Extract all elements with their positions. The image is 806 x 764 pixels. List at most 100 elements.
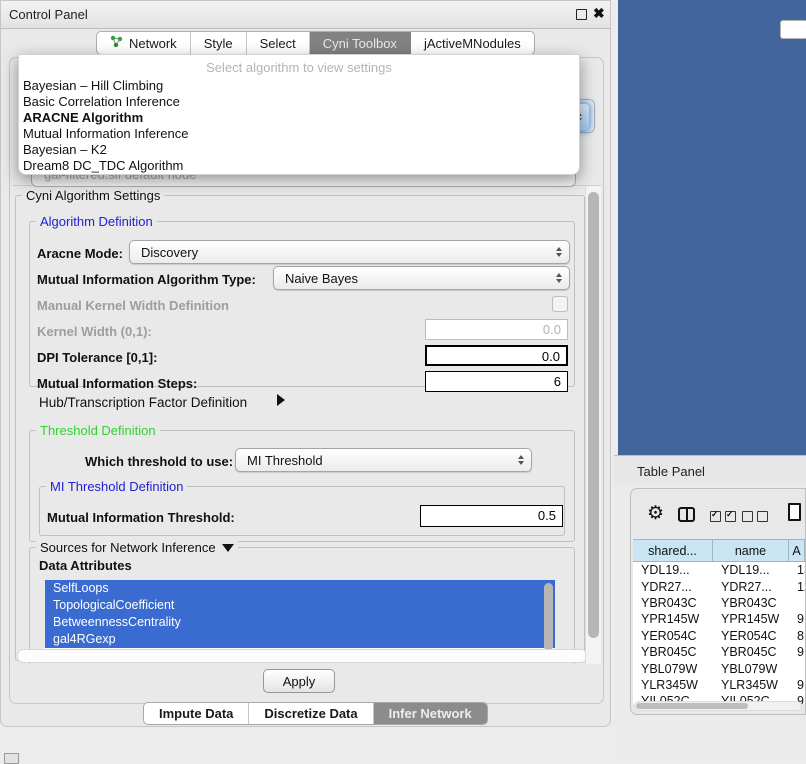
table-row[interactable]: YBL079WYBL079W: [633, 660, 805, 676]
cyni-algorithm-settings-title: Cyni Algorithm Settings: [22, 188, 164, 203]
table-cell: YDR27...: [713, 578, 789, 594]
sources-title: Sources for Network Inference: [40, 540, 216, 555]
algorithm-option[interactable]: Mutual Information Inference: [19, 126, 579, 142]
algorithm-definition-title: Algorithm Definition: [36, 214, 157, 229]
node-table: shared...nameA YDL19...YDL19...13YDR27..…: [633, 539, 805, 704]
tab-discretize-data[interactable]: Discretize Data: [249, 703, 373, 724]
tab-network-label: Network: [129, 36, 177, 51]
list-scrollbar-thumb[interactable]: [544, 583, 553, 651]
manual-kernel-label: Manual Kernel Width Definition: [37, 298, 229, 313]
table-row[interactable]: YBR043CYBR043C: [633, 595, 805, 611]
tab-impute-data[interactable]: Impute Data: [144, 703, 249, 724]
which-threshold-label: Which threshold to use:: [85, 454, 233, 469]
table-column-header[interactable]: name: [713, 540, 789, 561]
select-all-checkboxes-icon[interactable]: [710, 511, 736, 522]
tab-style[interactable]: Style: [191, 32, 247, 54]
mi-threshold-input[interactable]: 0.5: [420, 505, 563, 527]
tab-infer-network[interactable]: Infer Network: [374, 703, 487, 724]
table-cell: YDR27...: [633, 578, 713, 594]
algorithm-option[interactable]: Basic Correlation Inference: [19, 94, 579, 110]
table-row[interactable]: YLR345WYLR345W9.: [633, 677, 805, 693]
mi-steps-label: Mutual Information Steps:: [37, 376, 197, 391]
control-panel-tabbar: Network Style Select Cyni Toolbox jActiv…: [96, 31, 535, 55]
table-row[interactable]: YDL19...YDL19...13: [633, 562, 805, 578]
algorithm-option[interactable]: ARACNE Algorithm: [19, 110, 579, 126]
dpi-tolerance-input[interactable]: 0.0: [425, 345, 568, 366]
control-panel-titlebar: Control Panel ✖: [1, 1, 610, 29]
sources-title-row[interactable]: Sources for Network Inference: [36, 540, 238, 555]
table-cell: YDL19...: [713, 562, 789, 578]
data-attributes-label: Data Attributes: [39, 558, 132, 573]
tab-cyni-toolbox-label: Cyni Toolbox: [323, 36, 397, 51]
tab-jactivemnodules-label: jActiveMNodules: [424, 36, 521, 51]
table-hscrollbar-thumb[interactable]: [636, 703, 748, 709]
tab-jactivemnodules[interactable]: jActiveMNodules: [411, 32, 534, 54]
table-header-row: shared...nameA: [633, 539, 805, 562]
which-threshold-combo[interactable]: MI Threshold: [235, 448, 532, 472]
kernel-width-label: Kernel Width (0,1):: [37, 324, 152, 339]
table-cell: YBR045C: [713, 644, 789, 660]
algorithm-option[interactable]: Bayesian – K2: [19, 142, 579, 158]
floating-panel-icon[interactable]: [4, 753, 19, 764]
table-row[interactable]: YDR27...YDR27...12: [633, 578, 805, 594]
data-attribute-item[interactable]: BetweennessCentrality: [45, 614, 555, 631]
tab-style-label: Style: [204, 36, 233, 51]
data-attribute-item[interactable]: TopologicalCoefficient: [45, 597, 555, 614]
settings-scroll-region: Cyni Algorithm Settings Algorithm Defini…: [13, 185, 601, 664]
hub-expander-label[interactable]: Hub/Transcription Factor Definition: [39, 395, 247, 410]
apply-button[interactable]: Apply: [263, 669, 335, 693]
algorithm-option[interactable]: Dream8 DC_TDC Algorithm: [19, 158, 579, 174]
close-panel-icon[interactable]: ✖: [593, 5, 605, 22]
algorithm-popup-prompt: Select algorithm to view settings: [19, 55, 579, 78]
table-cell: YER054C: [713, 628, 789, 644]
which-threshold-value: MI Threshold: [247, 453, 323, 468]
table-row[interactable]: YER054CYER054C8.: [633, 628, 805, 644]
tab-infer-network-label: Infer Network: [389, 706, 472, 721]
mi-threshold-definition-title: MI Threshold Definition: [46, 479, 187, 494]
table-cell: 13: [789, 562, 805, 578]
expander-collapsed-icon[interactable]: [277, 394, 285, 406]
table-row[interactable]: YPR145WYPR145W9.: [633, 611, 805, 627]
manual-kernel-checkbox[interactable]: [552, 296, 568, 312]
table-cell: [789, 660, 805, 676]
data-attribute-item[interactable]: SelfLoops: [45, 580, 555, 597]
aracne-mode-combo[interactable]: Discovery: [129, 240, 570, 264]
data-attribute-item[interactable]: gal4RGexp: [45, 631, 555, 648]
tab-discretize-data-label: Discretize Data: [264, 706, 357, 721]
table-panel-header: Table Panel: [614, 455, 806, 486]
float-panel-icon[interactable]: [576, 9, 587, 20]
table-panel-title: Table Panel: [637, 464, 705, 479]
kernel-width-input[interactable]: 0.0: [425, 319, 568, 340]
table-cell: 9.: [789, 677, 805, 693]
mi-threshold-label: Mutual Information Threshold:: [47, 510, 235, 525]
tab-cyni-toolbox[interactable]: Cyni Toolbox: [310, 32, 411, 54]
table-cell: YBR043C: [633, 595, 713, 611]
mi-steps-input[interactable]: 6: [425, 371, 568, 392]
data-attributes-list[interactable]: SelfLoopsTopologicalCoefficientBetweenne…: [45, 580, 555, 660]
table-cell: 8.: [789, 628, 805, 644]
new-table-icon[interactable]: [788, 503, 801, 521]
mi-type-combo[interactable]: Naive Bayes: [273, 266, 570, 290]
settings-scrollbar-thumb[interactable]: [588, 192, 599, 638]
table-hscrollbar[interactable]: [634, 701, 802, 711]
table-cell: [789, 595, 805, 611]
network-icon: [110, 35, 123, 51]
gear-icon[interactable]: ⚙: [647, 504, 664, 523]
network-overlay-fragment: [780, 20, 806, 39]
table-row[interactable]: YBR045CYBR045C9.: [633, 644, 805, 660]
mi-type-value: Naive Bayes: [285, 271, 358, 286]
columns-icon[interactable]: [678, 507, 695, 522]
algorithm-option[interactable]: Bayesian – Hill Climbing: [19, 78, 579, 94]
tab-select[interactable]: Select: [247, 32, 310, 54]
settings-scrollbar-track[interactable]: [585, 186, 601, 664]
table-cell: YLR345W: [713, 677, 789, 693]
deselect-all-checkboxes-icon[interactable]: [742, 511, 768, 522]
table-cell: YBR045C: [633, 644, 713, 660]
table-column-header[interactable]: A: [789, 540, 805, 561]
tab-network[interactable]: Network: [97, 32, 191, 54]
horizontal-scrollbar[interactable]: [17, 649, 587, 663]
cyni-bottom-tabbar: Impute Data Discretize Data Infer Networ…: [143, 702, 488, 725]
algorithm-select-popup: Select algorithm to view settings Bayesi…: [18, 54, 580, 175]
table-cell: YPR145W: [633, 611, 713, 627]
table-column-header[interactable]: shared...: [633, 540, 713, 561]
